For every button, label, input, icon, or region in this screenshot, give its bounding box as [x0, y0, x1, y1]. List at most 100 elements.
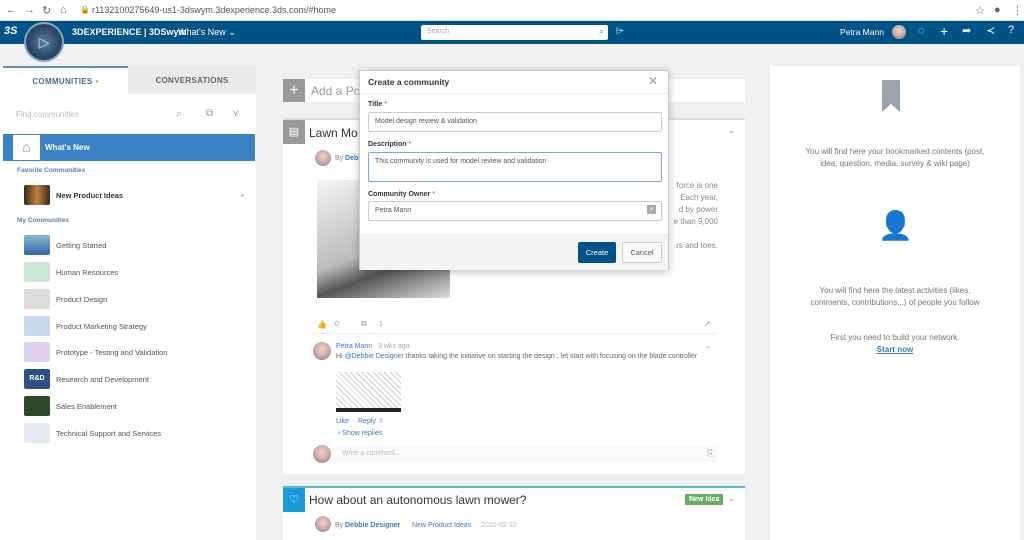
article-icon: ▤ [283, 120, 305, 144]
post-title[interactable]: Lawn Mo [309, 126, 358, 140]
user-name[interactable]: Petra Mann [840, 27, 884, 37]
left-panel: COMMUNITIES • CONVERSATIONS Find communit… [0, 66, 256, 540]
lightbulb-icon: ♡ [283, 488, 305, 512]
author-avatar [315, 150, 331, 166]
cancel-button[interactable]: Cancel [622, 242, 662, 263]
brand-title: 3DEXPERIENCE | 3DSwym [72, 27, 187, 37]
compass-icon[interactable]: ▷ [24, 22, 64, 62]
chat-icon[interactable]: ◌ [918, 25, 925, 37]
chevron-down-icon[interactable]: ⌄ [704, 341, 711, 350]
community-item[interactable]: Prototype - Testing and Validation [24, 342, 167, 362]
community-item[interactable]: Human Resources [24, 262, 118, 282]
favorite-item[interactable]: New Product Ideas • [24, 185, 244, 205]
search-icon[interactable]: ⌕ [176, 108, 182, 121]
comment-reply-link[interactable]: Reply [358, 418, 376, 425]
chevron-down-icon[interactable]: ⌄ [728, 494, 735, 503]
community-thumbnail [24, 316, 50, 336]
sketch-image [336, 372, 401, 412]
back-icon[interactable]: ← [6, 4, 17, 16]
new-community-icon[interactable]: ⧉ [206, 108, 213, 119]
activity-text: You will find here the latest activities… [810, 286, 980, 307]
reload-icon[interactable]: ↻ [42, 4, 51, 17]
community-name: New Product Ideas [56, 190, 124, 200]
community-item[interactable]: R&D Research and Development [24, 369, 149, 389]
add-icon[interactable]: + [940, 23, 948, 39]
community-item[interactable]: Getting Started [24, 235, 106, 255]
community-thumbnail: R&D [24, 369, 50, 389]
mention-link[interactable]: @Debbie Designer [345, 353, 404, 360]
idea-card: ♡ How about an autonomous lawn mower? Ne… [283, 486, 745, 540]
favorite-communities-heading: Favorite Communities [17, 167, 86, 174]
author-link[interactable]: Debbie Designer [345, 522, 400, 529]
community-item[interactable]: Technical Support and Services [24, 423, 161, 443]
chevron-down-icon[interactable]: ⌄ [728, 126, 735, 135]
community-thumbnail [24, 396, 50, 416]
plus-icon: + [283, 79, 305, 102]
network-text: First you need to build your network. [830, 333, 960, 342]
community-item[interactable]: Product Design [24, 289, 107, 309]
create-community-dialog: Create a community ✕ Title * Model desig… [359, 70, 669, 270]
url-bar[interactable]: r1132100275649-us1-3dswym.3dexperience.3… [92, 5, 336, 15]
show-replies-link[interactable]: › Show replies [338, 430, 382, 437]
sidebar-item-whats-new[interactable]: ⌂ What's New [3, 134, 255, 161]
by-label: By [335, 522, 344, 529]
app-menu[interactable]: What's New ⌄ [178, 27, 236, 38]
share-icon[interactable]: ➚ [704, 319, 711, 328]
close-icon[interactable]: ✕ [648, 74, 658, 88]
comment-time: 3 wks ago [378, 343, 410, 350]
find-communities-input[interactable]: Find communities [16, 110, 79, 119]
search-input[interactable]: Search ⌕ [421, 25, 608, 40]
whats-new-label: What's New [45, 143, 90, 152]
start-now-link[interactable]: Start now [798, 344, 992, 356]
dialog-title: Create a community [368, 77, 450, 87]
clear-icon[interactable]: × [647, 205, 656, 214]
new-idea-badge: New Idea [685, 494, 724, 505]
community-thumbnail [24, 342, 50, 362]
community-name: Research and Development [56, 374, 149, 384]
add-user-icon: 👤 [878, 210, 913, 241]
menu-icon[interactable]: ⋮ [1012, 4, 1023, 17]
create-button[interactable]: Create [578, 242, 616, 263]
owner-input[interactable]: Petra Mann × [368, 201, 662, 221]
repost-icon[interactable]: ⧉ [361, 319, 367, 329]
author-avatar [315, 516, 331, 532]
community-name: Product Marketing Strategy [56, 321, 147, 331]
3ds-logo-icon: 3S [4, 25, 18, 37]
network-icon[interactable]: ≺ [986, 24, 995, 37]
star-icon[interactable]: ☆ [975, 4, 985, 17]
comment-author[interactable]: Petra Mann [336, 343, 372, 350]
forward-icon[interactable]: → [24, 4, 35, 16]
attach-icon[interactable]: ⎘ [707, 448, 714, 459]
tab-communities[interactable]: COMMUNITIES • [3, 66, 128, 94]
my-communities-heading: My Communities [17, 217, 70, 224]
post-date: 2020-02-10 [481, 522, 517, 529]
filter-icon[interactable]: ⋎ [232, 108, 239, 119]
home-icon: ⌂ [13, 135, 40, 160]
write-comment-input[interactable]: Write a comment... ⎘ [336, 446, 718, 462]
post-body: force is one Each year, d by power e than 9… [673, 181, 718, 250]
share-icon[interactable]: ➦ [962, 24, 971, 37]
tab-conversations[interactable]: CONVERSATIONS [128, 66, 256, 94]
title-input[interactable]: Model design review & validation [368, 112, 662, 132]
community-item[interactable]: Sales Enablement [24, 396, 117, 416]
search-icon[interactable]: ⌕ [599, 26, 604, 37]
owner-label: Community Owner [368, 191, 431, 198]
comment-text: Hi @Debbie Designer thanks taking the in… [336, 353, 698, 360]
idea-title[interactable]: How about an autonomous lawn mower? [309, 493, 526, 507]
description-input[interactable]: This community is used for model review … [368, 152, 662, 182]
community-name: Sales Enablement [56, 401, 117, 411]
community-name: Product Design [56, 294, 108, 304]
home-icon[interactable]: ⌂ [60, 4, 67, 16]
tag-icon[interactable]: ⌲ [616, 26, 624, 37]
comment-like-link[interactable]: Like [336, 418, 349, 425]
profile-icon[interactable]: ● [994, 4, 1001, 16]
community-name: Technical Support and Services [56, 428, 162, 438]
like-icon[interactable]: 👍 [317, 320, 327, 329]
by-label: By [335, 155, 344, 162]
community-item[interactable]: Product Marketing Strategy [24, 316, 147, 336]
user-avatar[interactable] [892, 25, 906, 39]
community-link[interactable]: New Product Ideas [412, 522, 471, 529]
help-icon[interactable]: ? [1008, 24, 1014, 36]
title-label: Title [368, 101, 383, 108]
description-label: Description [368, 141, 407, 148]
